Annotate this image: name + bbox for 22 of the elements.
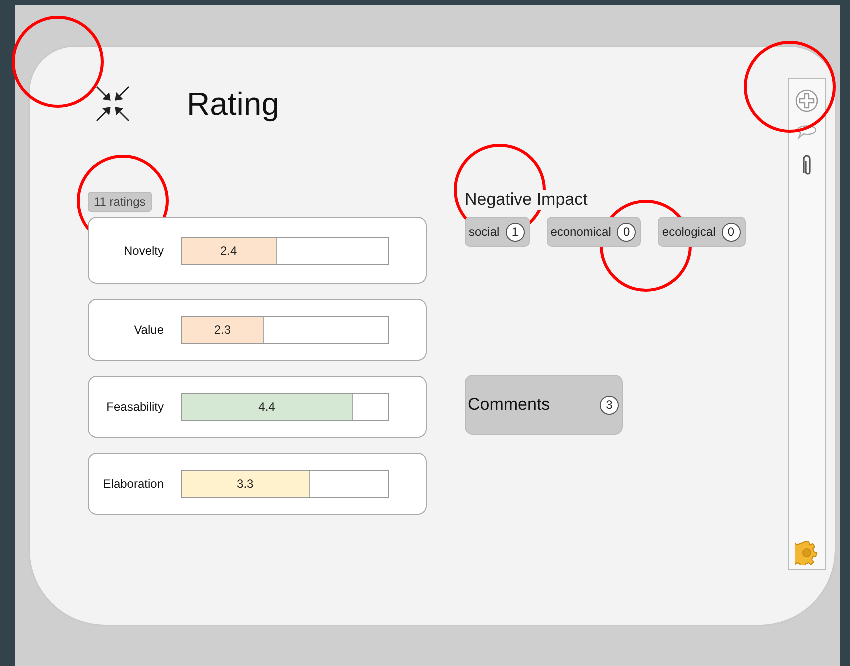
rating-value: 2.4 — [220, 244, 238, 258]
count-badge: 0 — [617, 222, 636, 242]
add-icon[interactable] — [795, 89, 819, 113]
rating-value: 3.3 — [237, 477, 254, 491]
criterion-label: Elaboration — [102, 477, 164, 491]
rating-value: 4.4 — [258, 400, 276, 414]
page-title: Rating — [187, 86, 280, 122]
rating-value: 2.3 — [214, 323, 232, 337]
comments-button[interactable]: Comments 3 — [465, 375, 623, 435]
section-heading: Negative Impact — [465, 190, 588, 210]
ratings-count: 11 ratings — [88, 192, 152, 212]
collapse-icon[interactable] — [95, 85, 131, 123]
gear-icon[interactable] — [795, 541, 819, 565]
criterion-label: Feasability — [106, 400, 164, 414]
impact-tag[interactable]: economical 0 — [546, 217, 642, 247]
impact-tag[interactable]: ecological 0 — [658, 217, 746, 247]
count-badge: 3 — [600, 396, 619, 414]
criterion-label: Novelty — [122, 244, 164, 258]
count-badge: 1 — [506, 222, 525, 242]
criterion-label: Value — [133, 323, 164, 337]
impact-tag[interactable]: social 1 — [465, 217, 530, 247]
count-badge: 0 — [722, 222, 741, 242]
